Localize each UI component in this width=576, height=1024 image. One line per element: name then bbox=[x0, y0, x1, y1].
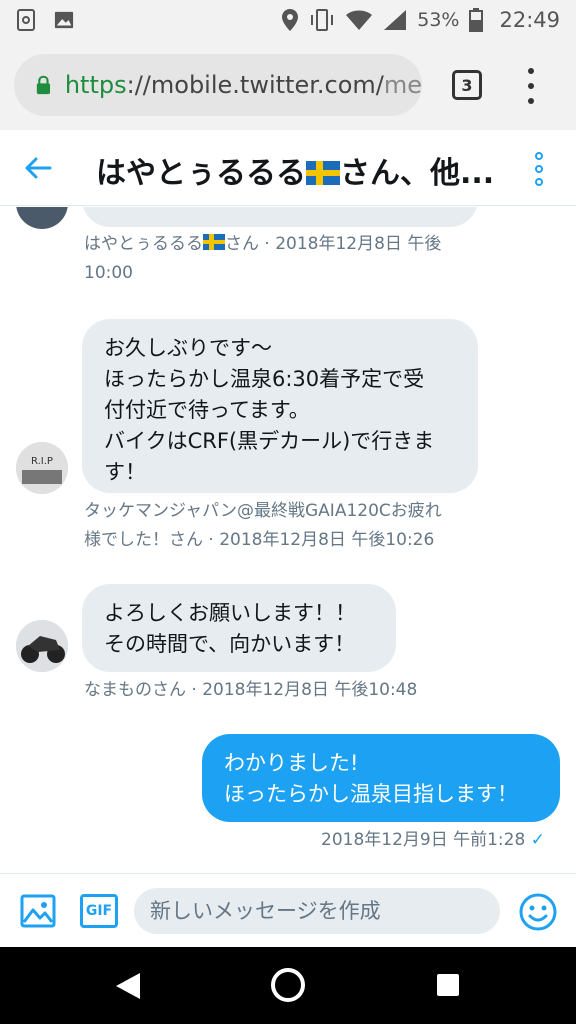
conversation-title: はやとぅるるる さん、他... bbox=[96, 148, 494, 192]
meta-time: 10:00 bbox=[84, 263, 133, 283]
title-name: はやとぅるるる bbox=[96, 156, 306, 191]
sweden-flag-icon bbox=[203, 234, 225, 250]
sweden-flag-icon bbox=[306, 161, 340, 185]
meta-date: 2018年12月9日 午前1:28 bbox=[321, 830, 526, 850]
back-arrow-icon[interactable] bbox=[22, 152, 54, 184]
message-line: す！ bbox=[104, 460, 146, 484]
image-upload-icon[interactable] bbox=[20, 894, 56, 928]
conversation-info-button[interactable] bbox=[534, 152, 544, 186]
message-line: ほったらかし温泉目指します！ bbox=[224, 782, 518, 806]
read-check-icon: ✓ bbox=[530, 830, 545, 850]
url-bar[interactable]: https://mobile.twitter.com/me bbox=[14, 54, 422, 116]
emoji-icon[interactable] bbox=[518, 892, 558, 932]
url-text: https://mobile.twitter.com/me bbox=[65, 71, 422, 99]
url-host: ://mobile.twitter.com/ bbox=[126, 71, 384, 99]
signal-icon bbox=[384, 10, 407, 30]
message-bubble[interactable] bbox=[82, 207, 478, 227]
screenshot-icon bbox=[17, 9, 35, 31]
browser-menu-button[interactable] bbox=[522, 68, 540, 104]
url-path: me bbox=[383, 71, 422, 99]
motorcycle-avatar-image bbox=[16, 620, 68, 672]
message-meta: 2018年12月9日 午前1:28 ✓ bbox=[321, 826, 545, 855]
meta-date: 様でした！さん · 2018年12月8日 午後10:26 bbox=[84, 530, 435, 550]
message-line: お久しぶりです～ bbox=[104, 336, 272, 360]
message-bubble[interactable]: よろしくお願いします！！ その時間で、向かいます！ bbox=[82, 584, 396, 672]
meta-date: さん · 2018年12月8日 午後 bbox=[225, 234, 442, 254]
sender-name: なまものさん · 2018年12月8日 午後10:48 bbox=[84, 680, 418, 700]
clock: 22:49 bbox=[499, 8, 560, 32]
conversation-header: はやとぅるるる さん、他... bbox=[0, 130, 576, 206]
message-line: わかりました! bbox=[224, 751, 359, 775]
message-line: バイクはCRF(黒デカール)で行きま bbox=[104, 429, 435, 453]
avatar[interactable] bbox=[16, 620, 68, 672]
nav-back-icon[interactable] bbox=[114, 971, 142, 1001]
lock-icon bbox=[36, 75, 51, 95]
message-bubble-sent[interactable]: わかりました! ほったらかし温泉目指します！ bbox=[202, 734, 560, 822]
nav-recents-icon[interactable] bbox=[437, 974, 459, 996]
title-suffix: さん、他... bbox=[340, 156, 495, 191]
vibrate-icon bbox=[311, 9, 334, 31]
sender-name: はやとぅるるる bbox=[84, 234, 203, 254]
message-line: よろしくお願いします！！ bbox=[104, 601, 356, 625]
sender-name: タッケマンジャパン@最終戦GAIA120Cお疲れ bbox=[84, 501, 442, 521]
status-bar: 53% 22:49 bbox=[0, 0, 576, 40]
svg-text:R.I.P: R.I.P bbox=[31, 456, 53, 467]
message-meta: なまものさん · 2018年12月8日 午後10:48 bbox=[84, 676, 417, 705]
battery-icon bbox=[469, 8, 484, 32]
message-bubble[interactable]: お久しぶりです～ ほったらかし温泉6:30着予定で受 付付近で待ってます。 バイ… bbox=[82, 319, 478, 493]
message-line: ほったらかし温泉6:30着予定で受 bbox=[104, 367, 425, 391]
location-icon bbox=[282, 9, 299, 31]
battery-percent: 53% bbox=[417, 9, 460, 31]
wifi-icon bbox=[346, 10, 373, 30]
url-scheme: https bbox=[64, 71, 127, 99]
nav-home-icon[interactable] bbox=[271, 968, 305, 1002]
message-line: その時間で、向かいます！ bbox=[104, 632, 356, 656]
system-nav-bar bbox=[0, 947, 576, 1024]
avatar[interactable] bbox=[16, 207, 68, 229]
browser-toolbar: https://mobile.twitter.com/me 3 bbox=[0, 40, 576, 130]
gif-button[interactable]: GIF bbox=[80, 894, 118, 928]
image-icon bbox=[54, 11, 74, 29]
avatar[interactable]: R.I.P bbox=[16, 442, 68, 494]
message-meta: タッケマンジャパン@最終戦GAIA120Cお疲れ 様でした！さん · 2018年… bbox=[84, 497, 442, 555]
message-input[interactable] bbox=[134, 888, 500, 934]
tab-switcher-button[interactable]: 3 bbox=[452, 70, 482, 100]
message-meta: はやとぅるるる さん · 2018年12月8日 午後 10:00 bbox=[84, 230, 441, 288]
message-composer: GIF bbox=[0, 873, 576, 947]
message-line: 付付近で待ってます。 bbox=[104, 398, 310, 422]
message-list: はやとぅるるる さん · 2018年12月8日 午後 10:00 お久しぶりです～… bbox=[0, 207, 576, 873]
rip-avatar-image: R.I.P bbox=[16, 442, 68, 494]
